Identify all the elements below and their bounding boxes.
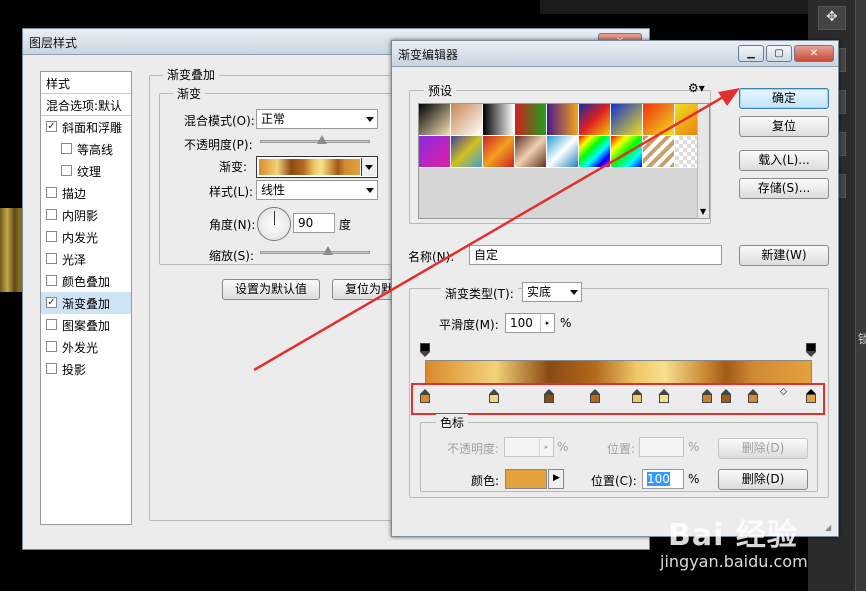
annotation-arrow [253, 88, 740, 372]
watermark-url: jingyan.baidu.com [660, 552, 808, 571]
watermark-brand: Bai 经验 [668, 518, 798, 553]
